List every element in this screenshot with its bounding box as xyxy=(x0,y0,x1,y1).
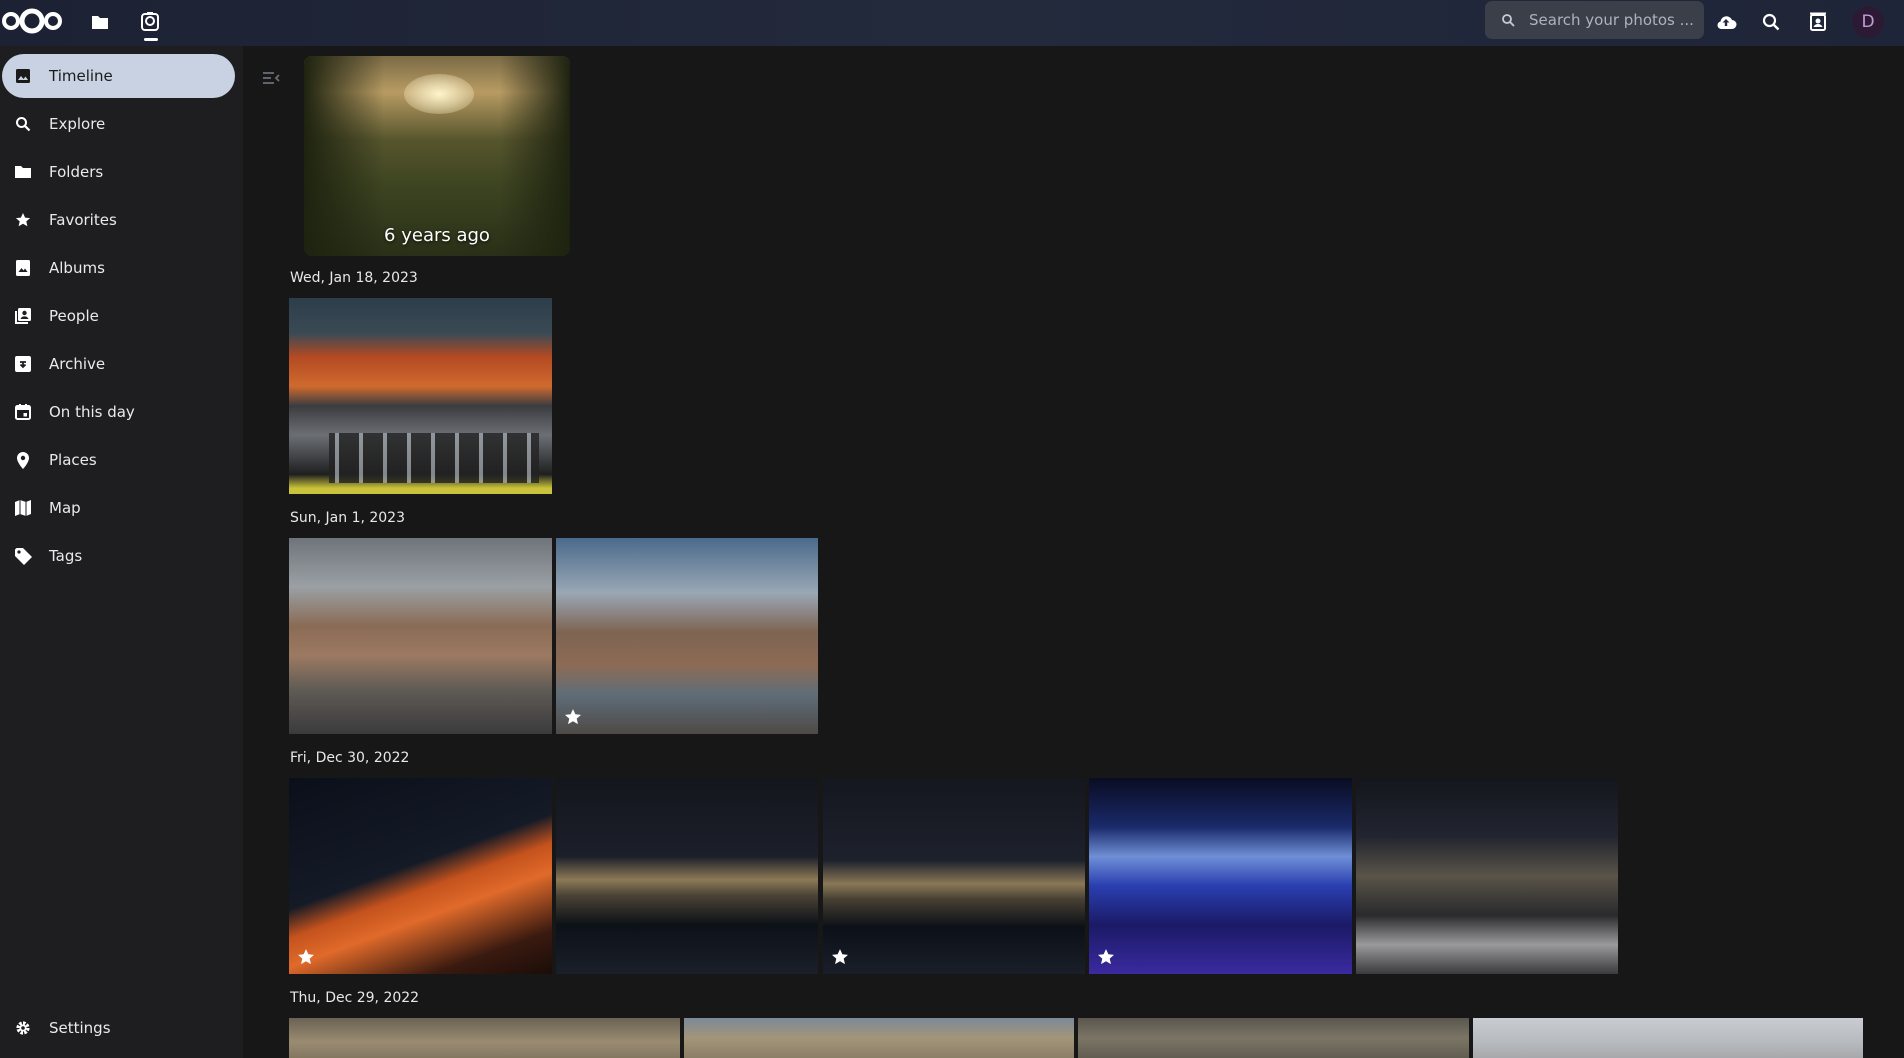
photo-ferry-deck[interactable] xyxy=(289,778,552,974)
avatar-initial: D xyxy=(1861,12,1875,32)
favorite-star-icon[interactable] xyxy=(564,708,582,726)
calendar-icon xyxy=(14,403,32,421)
files-app-icon[interactable] xyxy=(86,8,114,36)
sidebar-item-favorites[interactable]: Favorites xyxy=(2,198,235,242)
star-icon xyxy=(14,211,32,229)
sidebar-item-label: Tags xyxy=(49,547,83,565)
sidebar-item-archive[interactable]: Archive xyxy=(2,342,235,386)
photo-grass-2[interactable] xyxy=(684,1018,1074,1058)
sidebar-item-label: Albums xyxy=(49,259,105,277)
sun-glow xyxy=(404,74,474,114)
people-icon xyxy=(14,307,32,325)
top-header: D xyxy=(0,0,1904,46)
favorite-star-icon[interactable] xyxy=(831,948,849,966)
photo-dam-2[interactable] xyxy=(556,538,818,734)
date-header: Sun, Jan 1, 2023 xyxy=(290,510,406,526)
memories-app-icon[interactable] xyxy=(136,8,164,36)
sidebar-item-timeline[interactable]: Timeline xyxy=(2,54,235,98)
memory-caption: 6 years ago xyxy=(384,225,490,246)
sidebar-item-people[interactable]: People xyxy=(2,294,235,338)
map-marker-icon xyxy=(14,451,32,469)
unified-search-icon[interactable] xyxy=(1757,9,1785,35)
photo-dam-1[interactable] xyxy=(289,538,552,734)
collapse-sidebar-icon[interactable] xyxy=(262,70,282,86)
settings-button[interactable]: Settings xyxy=(2,1006,235,1050)
tag-icon xyxy=(14,547,32,565)
contacts-icon[interactable] xyxy=(1804,9,1832,35)
sidebar: Timeline Explore Folders Favorites Album… xyxy=(0,46,243,1058)
photo-skyline-1[interactable] xyxy=(556,778,818,974)
image-icon xyxy=(14,67,32,85)
sidebar-item-label: Favorites xyxy=(49,211,117,229)
sidebar-item-label: Map xyxy=(49,499,81,517)
search-input[interactable] xyxy=(1527,10,1696,30)
sidebar-item-label: Places xyxy=(49,451,97,469)
photo-search-box[interactable] xyxy=(1485,1,1704,39)
sidebar-item-tags[interactable]: Tags xyxy=(2,534,235,578)
sidebar-item-albums[interactable]: Albums xyxy=(2,246,235,290)
sidebar-item-label: Timeline xyxy=(49,67,113,85)
sidebar-item-explore[interactable]: Explore xyxy=(2,102,235,146)
map-icon xyxy=(14,499,32,517)
sidebar-item-label: Folders xyxy=(49,163,104,181)
active-app-indicator xyxy=(144,38,158,41)
favorite-star-icon[interactable] xyxy=(1097,948,1115,966)
sidebar-item-label: People xyxy=(49,307,99,325)
photo-brooklyn-bridge[interactable] xyxy=(1356,778,1618,974)
photo-sand[interactable] xyxy=(1078,1018,1469,1058)
sidebar-item-label: Explore xyxy=(49,115,106,133)
gear-icon xyxy=(14,1019,32,1037)
memory-card[interactable]: 6 years ago xyxy=(304,56,570,256)
settings-label: Settings xyxy=(49,1019,111,1037)
upload-cloud-icon[interactable] xyxy=(1712,9,1740,35)
date-header: Thu, Dec 29, 2022 xyxy=(290,990,420,1006)
sidebar-item-on-this-day[interactable]: On this day xyxy=(2,390,235,434)
album-icon xyxy=(14,259,32,277)
folder-icon xyxy=(14,163,32,181)
tap-handles xyxy=(329,433,539,483)
date-header: Fri, Dec 30, 2022 xyxy=(290,750,410,766)
photo-skyline-2[interactable] xyxy=(823,778,1085,974)
sidebar-item-label: On this day xyxy=(49,403,135,421)
user-avatar[interactable]: D xyxy=(1852,6,1884,38)
photo-grass-1[interactable] xyxy=(289,1018,680,1058)
sidebar-item-places[interactable]: Places xyxy=(2,438,235,482)
nextcloud-logo-icon[interactable] xyxy=(2,6,62,36)
date-header: Wed, Jan 18, 2023 xyxy=(290,270,418,286)
photo-sky-grass[interactable] xyxy=(1473,1018,1863,1058)
search-icon xyxy=(14,115,32,133)
sidebar-item-map[interactable]: Map xyxy=(2,486,235,530)
search-icon xyxy=(1502,14,1515,27)
sidebar-item-label: Archive xyxy=(49,355,106,373)
sidebar-item-folders[interactable]: Folders xyxy=(2,150,235,194)
favorite-star-icon[interactable] xyxy=(297,948,315,966)
archive-icon xyxy=(14,355,32,373)
photo-taps[interactable] xyxy=(289,298,552,494)
photo-staten-island-ferry[interactable] xyxy=(1089,778,1352,974)
